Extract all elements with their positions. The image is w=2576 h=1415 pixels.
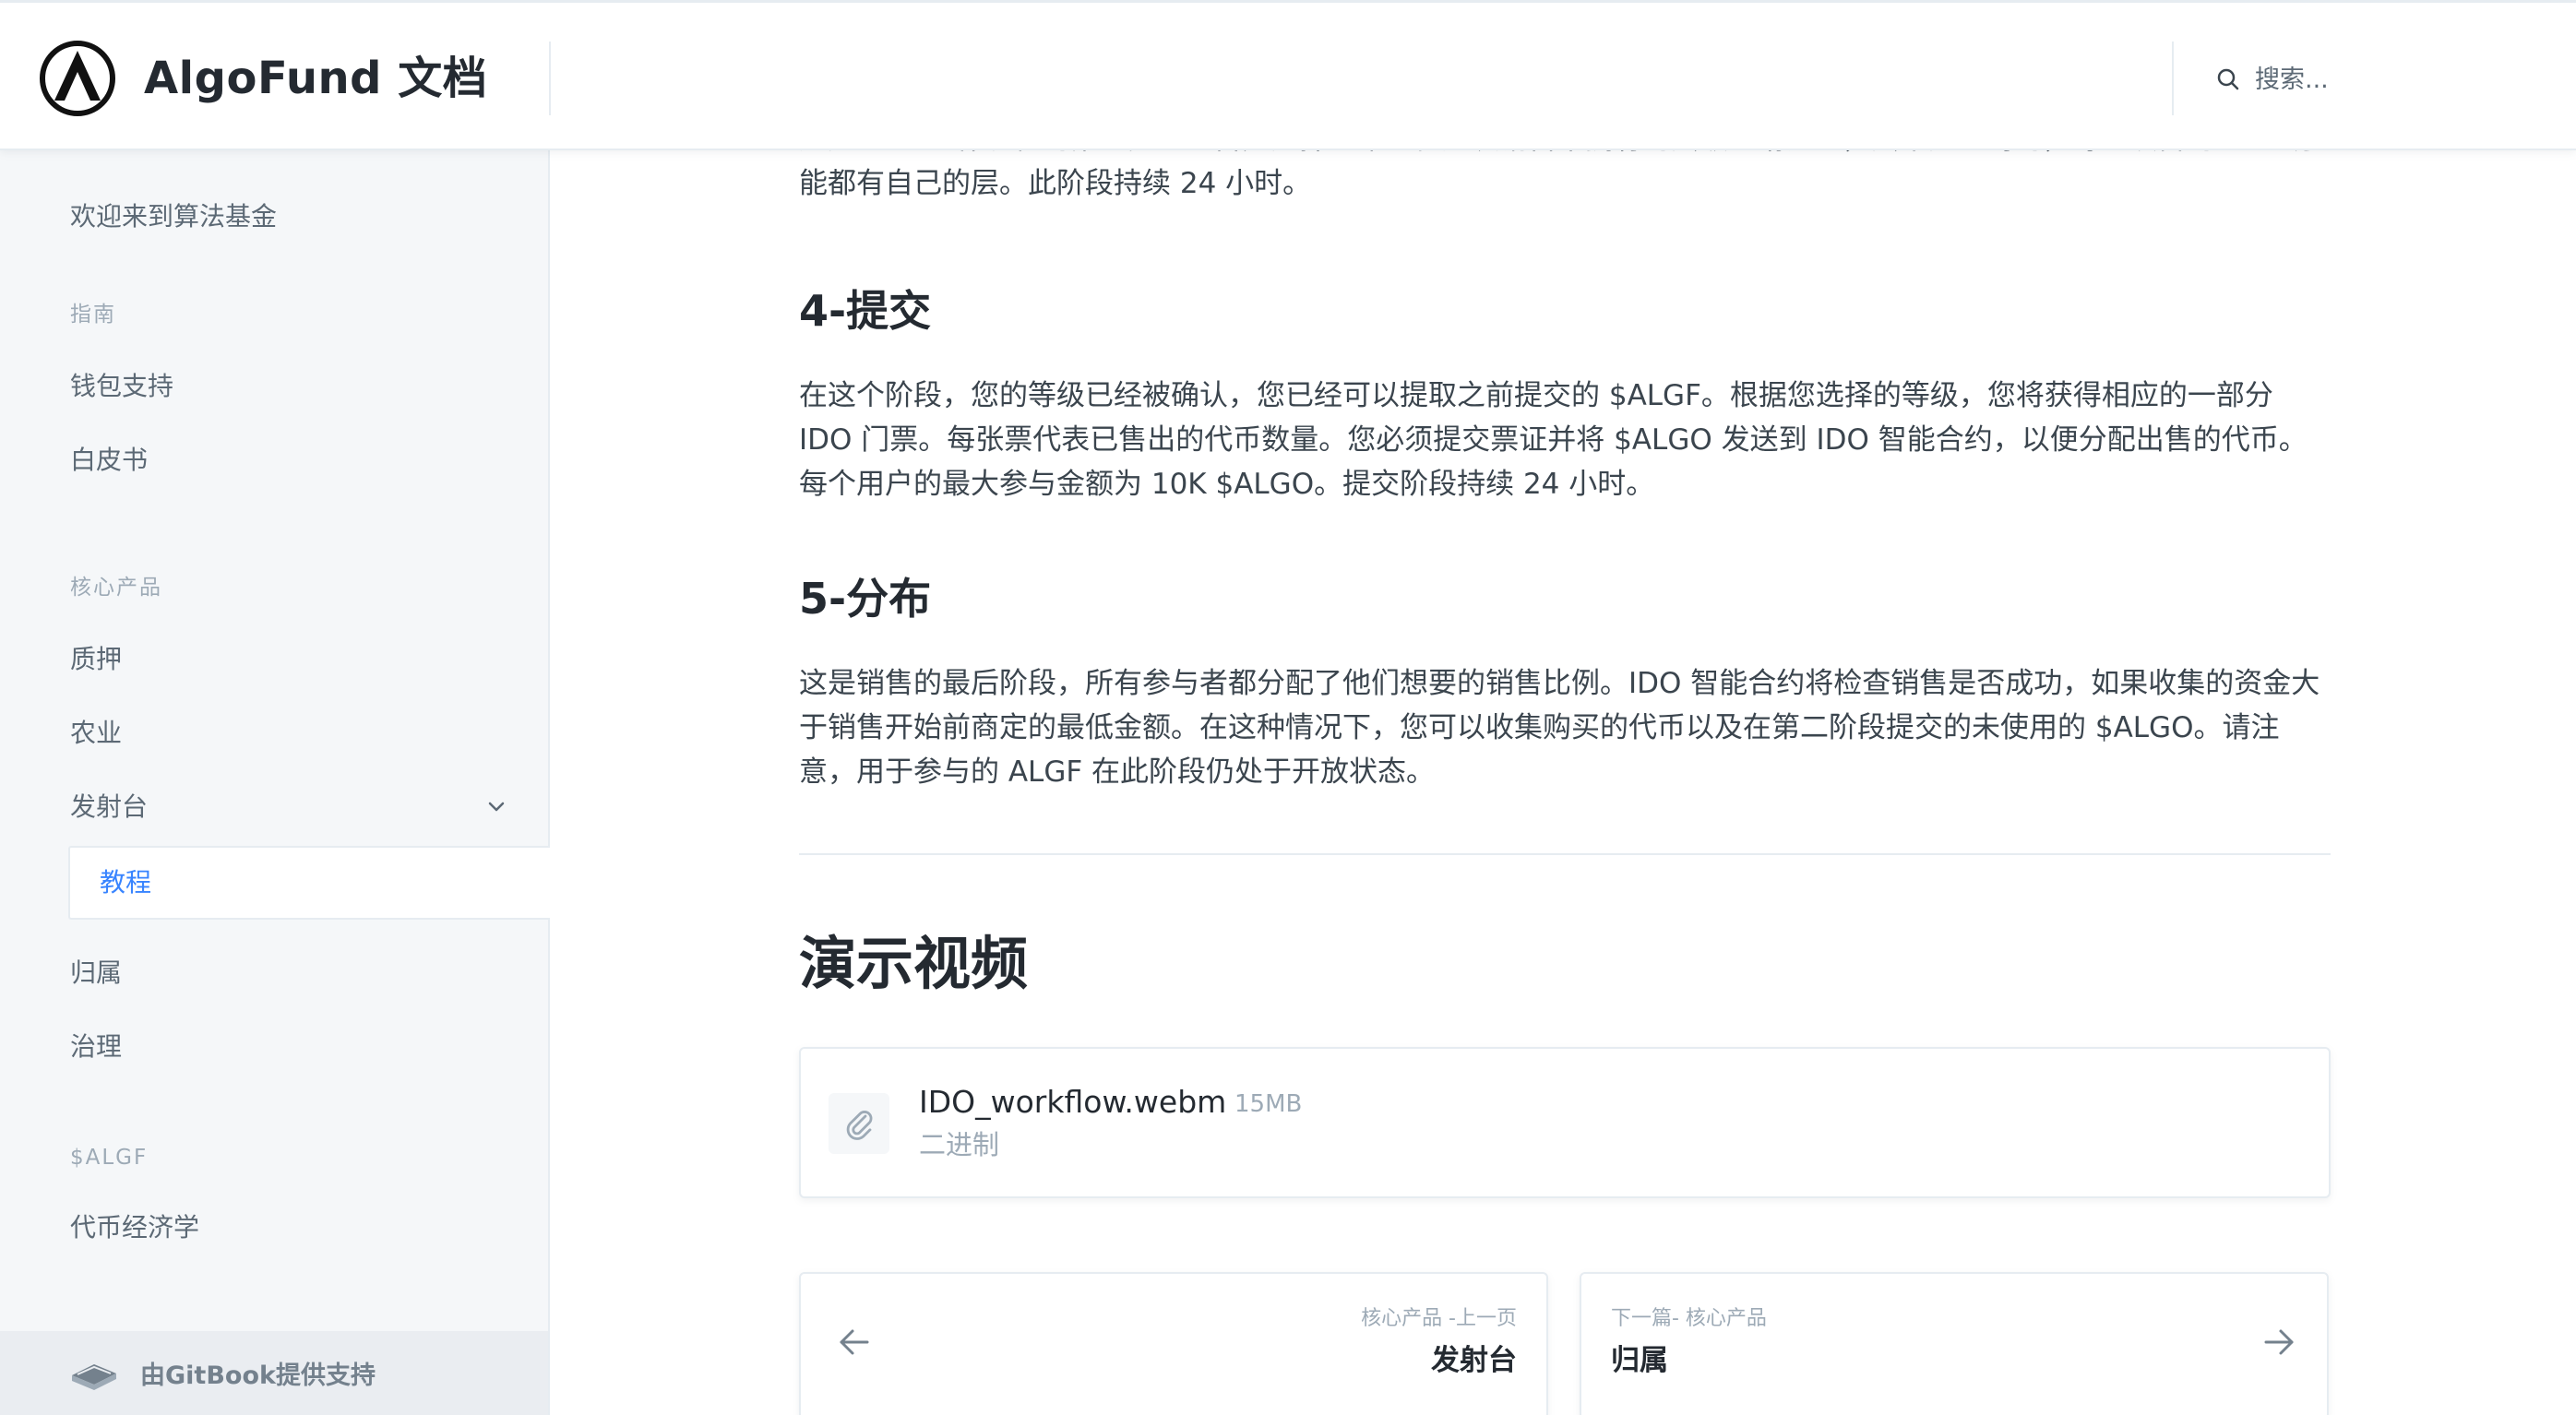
sidebar-item-wallet-support[interactable]: 钱包支持 xyxy=(70,368,173,405)
sidebar-item-vesting[interactable]: 归属 xyxy=(70,955,122,992)
previous-page-title: 发射台 xyxy=(1431,1344,1517,1377)
paragraph-step5: 这是销售的最后阶段，所有参与者都分配了他们想要的销售比例。IDO 智能合约将检查… xyxy=(799,667,2320,789)
sidebar-item-governance[interactable]: 治理 xyxy=(70,1029,122,1065)
powered-by-gitbook[interactable]: 由GitBook提供支持 xyxy=(0,1331,548,1415)
divider xyxy=(799,853,2331,855)
paragraph-step3: 这是 IDO 工作流程的第一步。您首先选择您希望在此次销售中拥有的层级。请注意，… xyxy=(799,150,2314,200)
main-content: 这是 IDO 工作流程的第一步。您首先选择您希望在此次销售中拥有的层级。请注意，… xyxy=(550,150,2576,1415)
sidebar-item-tokenomics[interactable]: 代币经济学 xyxy=(70,1209,199,1246)
chevron-down-icon[interactable] xyxy=(483,794,509,820)
arrow-right-icon xyxy=(2264,1329,2294,1355)
heading-demo-video: 演示视频 xyxy=(799,930,1029,997)
heading-step5: 5-分布 xyxy=(799,574,932,624)
page: AlgoFund 文档 欢迎来到算法基金 指南 钱包支持 白皮书 核心产品 质押… xyxy=(0,0,2576,1415)
previous-page-link[interactable]: 核心产品 -上一页 发射台 xyxy=(799,1272,1548,1415)
sidebar: 欢迎来到算法基金 指南 钱包支持 白皮书 核心产品 质押 农业 发射台 教程 归… xyxy=(0,150,550,1415)
sidebar-item-staking[interactable]: 质押 xyxy=(70,641,122,678)
next-page-link[interactable]: 下一篇- 核心产品 归属 xyxy=(1580,1272,2329,1415)
sidebar-item-launchpad[interactable]: 发射台 xyxy=(70,789,148,826)
powered-by-label: 由GitBook提供支持 xyxy=(140,1361,376,1390)
sidebar-heading-algf: $ALGF xyxy=(70,1146,149,1170)
paperclip-icon xyxy=(846,1111,873,1140)
top-header: AlgoFund 文档 xyxy=(0,0,2576,150)
search-icon xyxy=(2217,68,2239,90)
search-input[interactable] xyxy=(2255,61,2532,98)
algofund-logo-icon[interactable] xyxy=(39,40,116,117)
sidebar-item-whitepaper[interactable]: 白皮书 xyxy=(70,442,148,479)
previous-page-meta: 核心产品 -上一页 xyxy=(1361,1307,1517,1330)
gitbook-icon xyxy=(72,1363,116,1390)
file-size: 15MB xyxy=(1234,1090,1303,1118)
file-icon-box xyxy=(829,1093,889,1154)
heading-step4: 4-提交 xyxy=(799,286,932,336)
header-divider xyxy=(2172,42,2174,115)
sidebar-item-farming[interactable]: 农业 xyxy=(70,715,122,752)
sidebar-item-tutorial-label: 教程 xyxy=(100,867,152,898)
paragraph-step4: 在这个阶段，您的等级已经被确认，您已经可以提取之前提交的 $ALGF。根据您选择… xyxy=(799,379,2308,501)
file-attachment[interactable]: IDO_workflow.webm 15MB 二进制 xyxy=(799,1047,2331,1198)
header-divider xyxy=(549,42,551,115)
sidebar-heading-core: 核心产品 xyxy=(70,576,162,600)
file-type: 二进制 xyxy=(919,1129,1000,1160)
sidebar-heading-guide: 指南 xyxy=(70,303,116,327)
brand-title[interactable]: AlgoFund 文档 xyxy=(144,51,487,106)
sidebar-item-welcome[interactable]: 欢迎来到算法基金 xyxy=(70,198,277,235)
search-box[interactable] xyxy=(2214,56,2546,102)
next-page-title: 归属 xyxy=(1611,1344,1668,1377)
next-page-meta: 下一篇- 核心产品 xyxy=(1611,1307,1767,1330)
arrow-left-icon xyxy=(840,1329,869,1355)
file-name[interactable]: IDO_workflow.webm xyxy=(919,1082,1226,1123)
sidebar-item-tutorial[interactable]: 教程 xyxy=(68,846,550,920)
